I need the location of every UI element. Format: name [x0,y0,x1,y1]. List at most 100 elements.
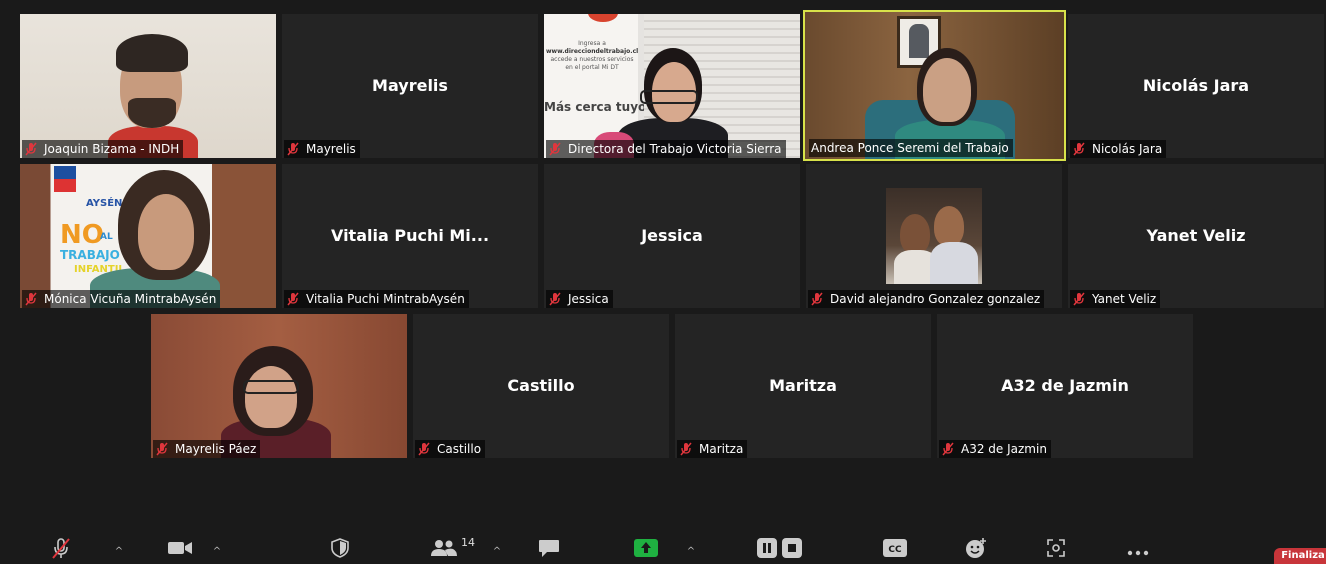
participant-name: A32 de Jazmin [961,442,1047,456]
participant-name-tag: Maritza [677,440,748,458]
participant-name: Yanet Veliz [1092,292,1157,306]
closed-captions-icon: CC [883,539,907,561]
mic-muted-icon [155,442,171,456]
security-button[interactable] [329,538,351,562]
poster-text: en el portal Mi DT [565,64,619,71]
poster-text: NO [60,220,104,250]
chat-button[interactable] [537,538,561,562]
participant-name: Mayrelis [306,142,356,156]
participant-name: Jessica [568,292,609,306]
reactions-icon [965,537,987,563]
video-options-caret[interactable]: ^ [211,546,223,558]
participant-name-tag: Castillo [415,440,486,458]
video-tile-maritza[interactable]: Maritza Maritza [675,314,931,458]
mic-muted-icon [1072,292,1088,306]
video-tile-mayrelis-paez[interactable]: Mayrelis Páez [151,314,407,458]
chat-icon [538,538,560,562]
apps-button[interactable] [1045,538,1067,562]
participant-display-name: Vitalia Puchi Mi... [330,226,490,245]
participant-name-tag: David alejandro Gonzalez gonzalez [808,290,1045,308]
mic-muted-icon [24,292,40,306]
participant-name-tag: Nicolás Jara [1070,140,1167,158]
stop-recording-button[interactable] [781,538,803,562]
more-button[interactable] [1126,538,1150,562]
participant-display-name: Yanet Veliz [1146,226,1246,245]
video-tile-vitalia[interactable]: Vitalia Puchi Mi... Vitalia Puchi Mintra… [282,164,538,308]
poster-text: TRABAJO [60,248,120,262]
mic-muted-icon [941,442,957,456]
closed-captions-button[interactable]: CC [882,538,908,562]
video-tile-andrea-active-speaker[interactable]: Andrea Ponce Seremi del Trabajo [803,10,1066,161]
mic-muted-icon [810,292,826,306]
participant-name: Andrea Ponce Seremi del Trabajo [811,141,1009,155]
participant-name-tag: Joaquin Bizama - INDH [22,140,184,158]
poster-text: accede a nuestros servicios [550,56,634,63]
poster-slogan: Más cerca tuyo [544,100,647,114]
video-tile-monica[interactable]: AYSÉN NO AL TRABAJO INFANTIL Mónica Vicu… [20,164,276,308]
video-tile-david[interactable]: David alejandro Gonzalez gonzalez [806,164,1062,308]
share-screen-button[interactable] [633,538,659,562]
video-feed [20,14,276,158]
participant-name-tag: Andrea Ponce Seremi del Trabajo [809,139,1013,157]
participant-name: Mayrelis Páez [175,442,257,456]
video-button[interactable] [166,538,194,562]
mic-muted-icon [286,142,302,156]
shield-icon [331,538,349,562]
participants-options-caret[interactable]: ^ [491,546,503,558]
mute-button[interactable] [50,538,72,562]
share-options-caret[interactable]: ^ [685,546,697,558]
participant-display-name: Maritza [769,376,837,395]
poster-text: Ingresa a [578,40,606,47]
participant-display-name: Jessica [641,226,703,245]
mic-muted-icon [1072,142,1088,156]
svg-text:CC: CC [888,545,902,555]
apps-icon [1047,539,1065,561]
participant-name-tag: Mayrelis [284,140,360,158]
participant-display-name: A32 de Jazmin [1001,376,1129,395]
participants-button[interactable]: 14 [429,536,477,562]
audio-options-caret[interactable]: ^ [113,546,125,558]
participant-name: Nicolás Jara [1092,142,1163,156]
video-tile-nicolas[interactable]: Nicolás Jara Nicolás Jara [1068,14,1324,158]
stop-record-icon [782,538,802,562]
video-tile-castillo[interactable]: Castillo Castillo [413,314,669,458]
video-feed [805,12,1064,159]
video-tile-a32-jazmin[interactable]: A32 de Jazmin A32 de Jazmin [937,314,1193,458]
mic-muted-icon [286,292,302,306]
pause-record-icon [757,538,777,562]
share-screen-icon [634,539,658,561]
reactions-button[interactable] [964,538,988,562]
poster-text: www.direcciondeltrabajo.cl [546,48,639,55]
participant-name: Mónica Vicuña MintrabAysén [44,292,217,306]
participant-name: Directora del Trabajo Victoria Sierra [568,142,782,156]
video-feed: AYSÉN NO AL TRABAJO INFANTIL [20,164,276,308]
mic-muted-icon [548,292,564,306]
participant-name-tag: A32 de Jazmin [939,440,1051,458]
video-tile-yanet[interactable]: Yanet Veliz Yanet Veliz [1068,164,1324,308]
profile-photo [886,188,982,284]
participant-name: Vitalia Puchi MintrabAysén [306,292,465,306]
participant-name-tag: Jessica [546,290,613,308]
participants-count: 14 [461,536,475,549]
video-feed: Ingresa a www.direcciondeltrabajo.cl acc… [544,14,800,158]
video-tile-joaquin[interactable]: Joaquin Bizama - INDH [20,14,276,158]
end-meeting-button[interactable]: Finaliza [1274,548,1326,564]
mic-muted-icon [417,442,433,456]
participants-icon [431,539,457,561]
participant-name-tag: Vitalia Puchi MintrabAysén [284,290,469,308]
pause-recording-button[interactable] [756,538,778,562]
video-tile-mayrelis[interactable]: Mayrelis Mayrelis [282,14,538,158]
video-tile-directora[interactable]: Ingresa a www.direcciondeltrabajo.cl acc… [544,14,800,158]
participant-display-name: Castillo [507,376,575,395]
participant-display-name: Mayrelis [372,76,448,95]
mic-muted-icon [51,537,71,563]
participant-name-tag: Directora del Trabajo Victoria Sierra [546,140,786,158]
video-tile-jessica[interactable]: Jessica Jessica [544,164,800,308]
poster-text: AYSÉN [86,198,123,209]
mic-muted-icon [548,142,564,156]
more-icon [1127,541,1149,560]
video-camera-icon [167,540,193,560]
participant-name: David alejandro Gonzalez gonzalez [830,292,1041,306]
poster-text: AL [100,232,113,242]
participant-name-tag: Yanet Veliz [1070,290,1161,308]
